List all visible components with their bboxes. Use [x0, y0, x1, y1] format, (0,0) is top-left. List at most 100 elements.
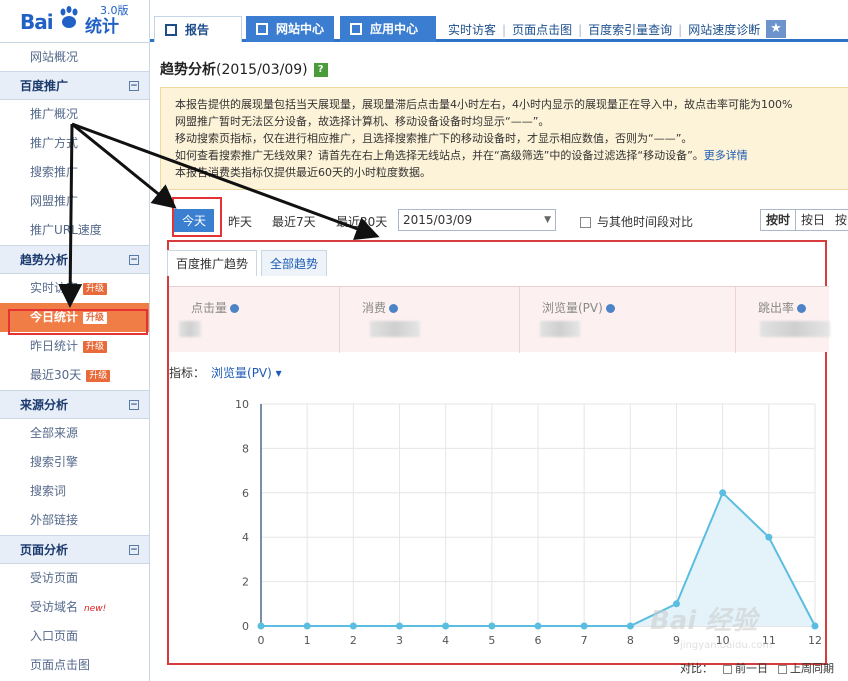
more-details-link[interactable]: 更多详情 — [704, 149, 748, 162]
upgrade-badge: 升级 — [83, 340, 108, 353]
date-select[interactable]: 2015/03/09 ▼ — [398, 209, 556, 231]
sidebar-group-header[interactable]: 趋势分析 − — [0, 245, 149, 274]
new-badge: new! — [84, 604, 107, 614]
sidebar-item[interactable]: 实时访客 升级 — [0, 274, 149, 303]
favorite-star-icon[interactable]: ★ — [766, 20, 786, 38]
metric-label-text: 跳出率 — [758, 301, 795, 315]
notice-line: 本报告提供的展现量包括当天展现量，展现量滞后点击量4小时左右，4小时内显示的展现… — [175, 98, 793, 111]
x-tick-label: 2 — [350, 634, 357, 647]
link-index-query[interactable]: 百度索引量查询 — [588, 23, 672, 37]
sidebar-item[interactable]: 外部链接 — [0, 506, 149, 535]
x-tick-label: 5 — [488, 634, 495, 647]
data-point — [488, 622, 496, 630]
compare-checkbox[interactable] — [580, 217, 591, 228]
baidu-tongji-logo[interactable]: Bai 统计 3.0版 — [0, 0, 149, 42]
sidebar-item[interactable]: 推广方式 — [0, 129, 149, 158]
link-speed-diagnosis[interactable]: 网站速度诊断 — [688, 23, 760, 37]
tab-report[interactable]: 报告 — [154, 16, 242, 42]
sidebar-item[interactable]: 搜索引擎 — [0, 448, 149, 477]
page-title-text: 趋势分析 — [160, 62, 216, 78]
edit-icon — [256, 23, 268, 35]
divider: | — [678, 23, 683, 37]
grid-icon — [350, 23, 362, 35]
sidebar-item-label: 受访页面 — [30, 571, 79, 585]
blurred-value — [370, 321, 420, 337]
sidebar-item[interactable]: 全部来源 — [0, 419, 149, 448]
info-icon — [389, 304, 399, 313]
data-point — [626, 622, 634, 630]
last-7-days-button[interactable]: 最近7天 — [272, 213, 316, 230]
metric-cost[interactable]: 消费 — [339, 287, 519, 353]
report-icon — [165, 24, 177, 36]
last-30-days-button[interactable]: 最近30天 — [336, 213, 387, 230]
sidebar-item-label: 昨日统计 — [30, 339, 79, 353]
link-page-click-map[interactable]: 页面点击图 — [512, 23, 572, 37]
x-tick-label: 7 — [581, 634, 588, 647]
blurred-value — [760, 321, 830, 337]
sidebar-item-label: 入口页面 — [30, 629, 79, 643]
sidebar-group-header[interactable]: 来源分析 − — [0, 390, 149, 419]
sidebar-item-label: 搜索推广 — [30, 165, 79, 179]
sidebar-item[interactable]: 昨日统计 升级 — [0, 332, 149, 361]
sidebar-item[interactable]: 受访页面 — [0, 564, 149, 593]
info-icon — [797, 304, 807, 313]
metric-label-text: 点击量 — [191, 301, 228, 315]
blurred-value — [540, 321, 580, 337]
prev-day-checkbox[interactable] — [723, 664, 732, 674]
last-week-checkbox[interactable] — [778, 664, 787, 674]
x-tick-label: 6 — [535, 634, 542, 647]
sidebar-groups: 百度推广 − 推广概况 推广方式 搜索推广 网盟推广 推广URL速度 趋势分析 − 实时访客 升级今… — [0, 71, 149, 680]
collapse-icon[interactable]: − — [129, 400, 139, 410]
y-tick-label: 0 — [242, 620, 249, 633]
tab-site-center[interactable]: 网站中心 — [246, 16, 334, 42]
paw-icon — [60, 6, 78, 28]
sidebar-item[interactable]: 搜索词 — [0, 477, 149, 506]
metric-label-text: 消费 — [362, 301, 387, 315]
collapse-icon[interactable]: − — [129, 255, 139, 265]
tab-app-center[interactable]: 应用中心 — [340, 16, 436, 42]
metric-bounce-rate[interactable]: 跳出率 — [735, 287, 835, 353]
tab-baidu-promotion-trend[interactable]: 百度推广趋势 — [167, 250, 258, 276]
link-realtime-visitor[interactable]: 实时访客 — [448, 23, 496, 37]
granularity-switch: 按时 按日按 — [760, 209, 848, 231]
data-point — [719, 489, 727, 497]
sidebar-group-header[interactable]: 页面分析 − — [0, 535, 149, 564]
sidebar-group-header[interactable]: 百度推广 − — [0, 71, 149, 100]
sidebar-item[interactable]: 页面点击图 — [0, 651, 149, 680]
sidebar-item[interactable]: 入口页面 — [0, 622, 149, 651]
annotation-box-today-stats — [8, 309, 148, 335]
version-label: 3.0版 — [100, 4, 129, 17]
sidebar-item-label: 网站概况 — [30, 50, 79, 64]
by-hour-button[interactable]: 按时 — [761, 210, 797, 230]
x-tick-label: 12 — [808, 634, 822, 647]
tab-label: 网站中心 — [276, 22, 325, 36]
x-tick-label: 4 — [442, 634, 449, 647]
sidebar-item[interactable]: 受访域名 new! — [0, 593, 149, 622]
yesterday-button[interactable]: 昨天 — [228, 213, 252, 230]
help-icon[interactable]: ? — [313, 63, 328, 77]
sidebar-item[interactable]: 搜索推广 — [0, 158, 149, 187]
metric-label: 消费 — [362, 299, 399, 316]
page-title-date: (2015/03/09) — [216, 62, 308, 78]
sidebar-item[interactable]: 推广URL速度 — [0, 216, 149, 245]
sidebar-item-label: 搜索词 — [30, 484, 67, 498]
metric-pageviews[interactable]: 浏览量(PV) — [519, 287, 735, 353]
collapse-icon[interactable]: − — [129, 81, 139, 91]
tab-label: 报告 — [185, 23, 210, 37]
metric-clicks[interactable]: 点击量 — [169, 287, 339, 353]
date-select-value: 2015/03/09 — [403, 213, 473, 227]
upgrade-badge: 升级 — [86, 369, 111, 382]
compare-toggle[interactable]: 与其他时间段对比 — [580, 213, 693, 230]
sidebar-item[interactable]: 网盟推广 — [0, 187, 149, 216]
by-more-button[interactable]: 按 — [830, 210, 848, 230]
indicator-label: 指标： — [169, 366, 206, 380]
indicator-dropdown[interactable]: 浏览量(PV) ▾ — [211, 366, 282, 380]
sidebar-item-label: 页面点击图 — [30, 658, 91, 672]
sidebar-item[interactable]: 最近30天 升级 — [0, 361, 149, 390]
sidebar-item-site-overview[interactable]: 网站概况 — [0, 42, 149, 71]
x-tick-label: 8 — [627, 634, 634, 647]
sidebar-item[interactable]: 推广概况 — [0, 100, 149, 129]
collapse-icon[interactable]: − — [129, 545, 139, 555]
by-day-button[interactable]: 按日 — [796, 210, 830, 230]
tab-all-trend[interactable]: 全部趋势 — [261, 250, 328, 276]
